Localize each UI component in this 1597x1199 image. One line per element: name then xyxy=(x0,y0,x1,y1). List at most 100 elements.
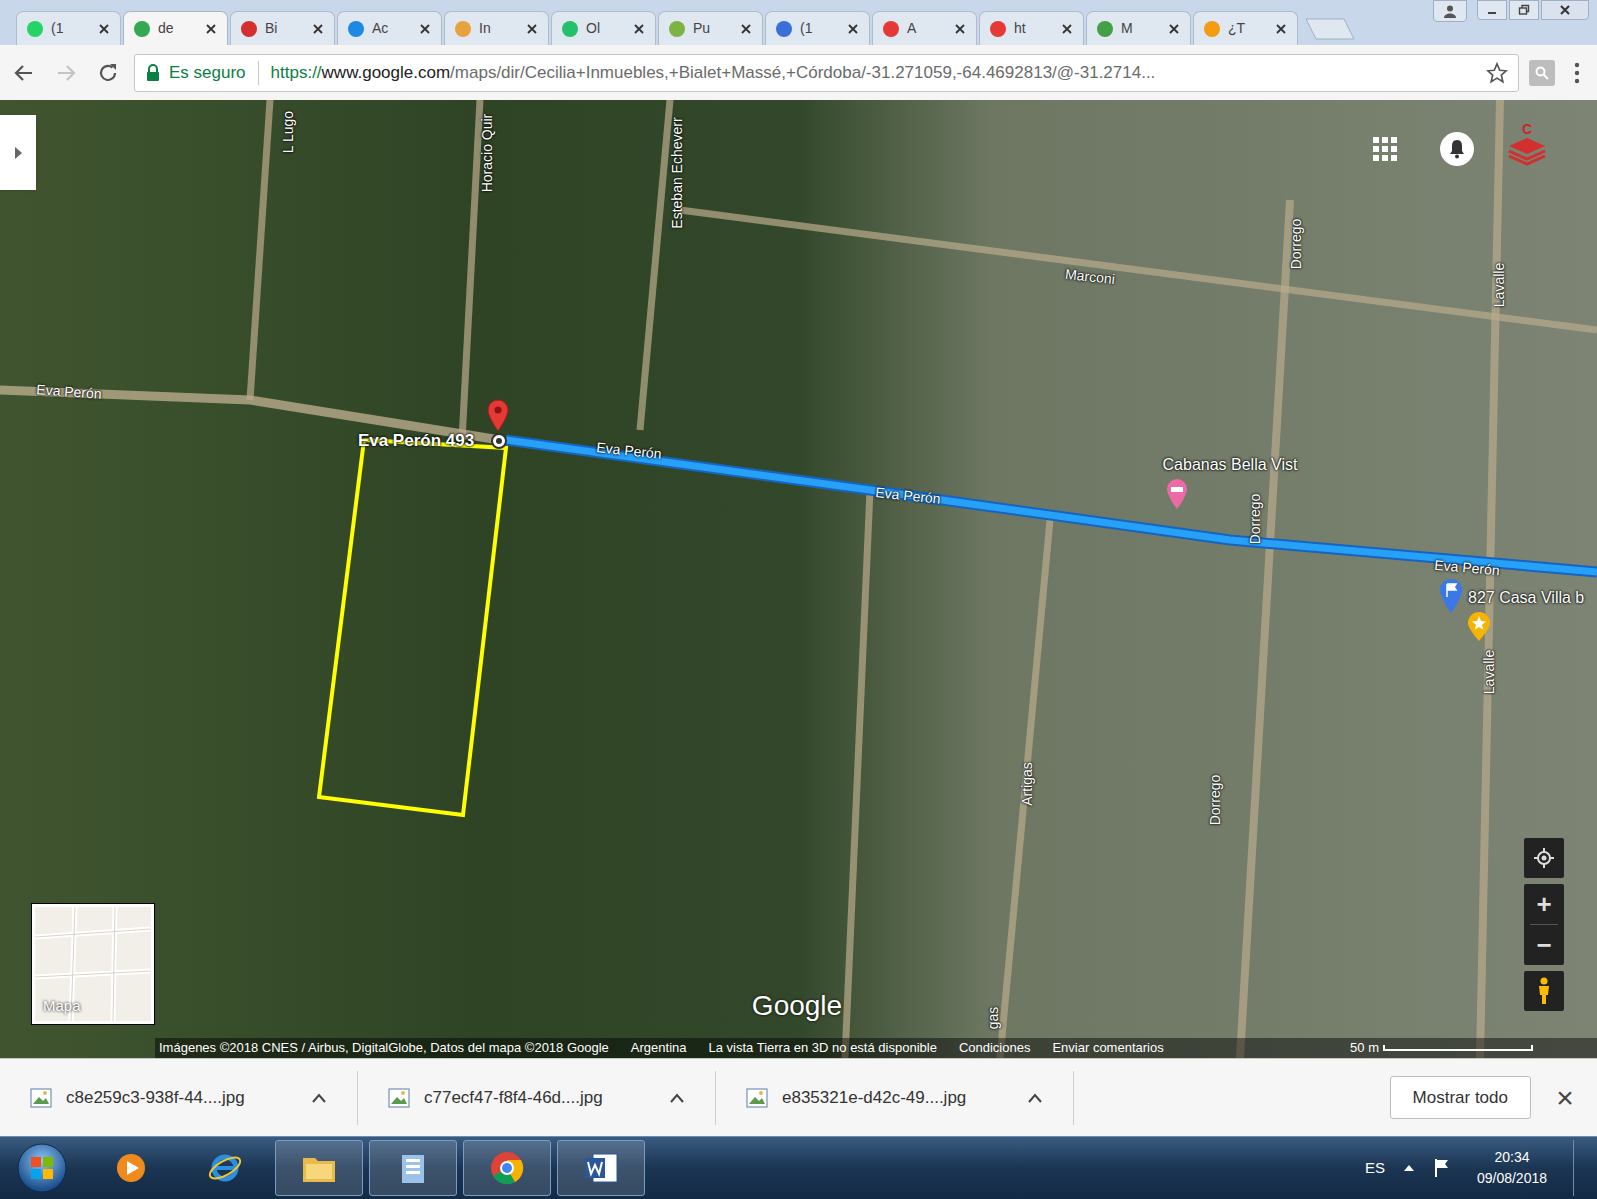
internet-explorer-icon[interactable] xyxy=(181,1140,269,1196)
language-indicator[interactable]: ES xyxy=(1365,1157,1385,1180)
restore-icon[interactable] xyxy=(1509,0,1539,20)
security-label: Es seguro xyxy=(169,60,246,86)
attribution-item: Argentina xyxy=(631,1038,687,1058)
download-item[interactable]: c77ecf47-f8f4-46d....jpg xyxy=(358,1071,716,1125)
map-label: Horacio Quir xyxy=(477,114,498,193)
tab-label: M xyxy=(1121,18,1160,39)
browser-tab[interactable]: M xyxy=(1086,11,1191,45)
forward-icon[interactable] xyxy=(50,57,82,89)
close-icon[interactable] xyxy=(740,23,752,35)
url-path: /maps/dir/Cecilia+Inmuebles,+Bialet+Mass… xyxy=(450,63,1155,82)
thumbnail-label: Mapa xyxy=(43,995,81,1018)
saved-place-icon[interactable] xyxy=(1466,612,1492,642)
address-bar[interactable]: Es seguro https://www.google.com/maps/dir… xyxy=(134,54,1519,92)
my-location-icon[interactable] xyxy=(1524,838,1564,878)
google-logo: Google xyxy=(752,985,842,1027)
satellite-map[interactable]: L LugoHoracio QuirEsteban EcheverrDorreg… xyxy=(0,100,1597,1058)
browser-tab[interactable]: ht xyxy=(979,11,1084,45)
show-all-button[interactable]: Mostrar todo xyxy=(1390,1076,1531,1120)
action-center-flag-icon[interactable] xyxy=(1433,1158,1451,1178)
attribution-bar: Imágenes ©2018 CNES / Airbus, DigitalGlo… xyxy=(155,1038,1597,1058)
map-label: Dorrego xyxy=(1245,494,1266,545)
start-button-icon[interactable] xyxy=(0,1138,84,1198)
map-label: Eva Perón xyxy=(874,482,941,510)
browser-tab[interactable]: Bi xyxy=(230,11,335,45)
close-icon[interactable] xyxy=(205,23,217,35)
close-icon[interactable] xyxy=(312,23,324,35)
reload-icon[interactable] xyxy=(92,57,124,89)
start-pin-icon[interactable] xyxy=(1438,578,1464,614)
media-player-icon[interactable] xyxy=(87,1140,175,1196)
favicon-icon xyxy=(669,21,685,37)
tab-strip: (1deBiAcInOlPu(1AhtM¿T xyxy=(0,0,1597,45)
minimize-icon[interactable] xyxy=(1477,0,1507,20)
attribution-item[interactable]: Condiciones xyxy=(959,1038,1031,1058)
scale-label: 50 m xyxy=(1350,1038,1379,1058)
browser-tab[interactable]: Ac xyxy=(337,11,442,45)
browser-tab[interactable]: Ol xyxy=(551,11,656,45)
browser-tab[interactable]: In xyxy=(444,11,549,45)
extension-logo[interactable]: C xyxy=(1505,122,1549,166)
panel-toggle-icon[interactable] xyxy=(0,115,36,190)
caret-up-icon[interactable] xyxy=(669,1092,685,1104)
close-icon[interactable] xyxy=(1061,23,1073,35)
tab-label: de xyxy=(158,18,197,39)
map-label: Artigas xyxy=(1017,762,1038,806)
apps-grid-icon[interactable] xyxy=(1372,136,1398,162)
route-point-icon[interactable] xyxy=(490,432,508,450)
word-icon[interactable] xyxy=(557,1140,645,1196)
close-icon[interactable] xyxy=(1275,23,1287,35)
notifications-icon[interactable] xyxy=(1440,132,1474,166)
close-icon[interactable] xyxy=(1168,23,1180,35)
file-explorer-icon[interactable] xyxy=(275,1140,363,1196)
favicon-icon xyxy=(776,21,792,37)
download-name: e835321e-d42c-49....jpg xyxy=(782,1085,1013,1111)
extension-icon[interactable] xyxy=(1529,60,1555,86)
close-icon[interactable] xyxy=(526,23,538,35)
window-close-icon[interactable] xyxy=(1541,0,1589,20)
star-icon[interactable] xyxy=(1486,62,1508,84)
menu-icon[interactable] xyxy=(1565,58,1589,88)
close-icon[interactable] xyxy=(954,23,966,35)
browser-tab[interactable]: A xyxy=(872,11,977,45)
destination-pin-icon[interactable] xyxy=(486,398,510,432)
close-icon[interactable] xyxy=(847,23,859,35)
stack-icon xyxy=(1507,136,1547,166)
zoom-in-button[interactable]: + xyxy=(1524,884,1564,924)
browser-tab[interactable]: (1 xyxy=(765,11,870,45)
map-label: Eva Perón 493 xyxy=(358,428,474,454)
show-hidden-icon[interactable] xyxy=(1403,1163,1415,1173)
close-downloads-button[interactable]: × xyxy=(1545,1083,1585,1113)
chrome-icon[interactable] xyxy=(463,1140,551,1196)
url-text[interactable]: https://www.google.com/maps/dir/Cecilia+… xyxy=(271,60,1478,86)
pegman-icon[interactable] xyxy=(1524,971,1564,1011)
favicon-icon xyxy=(1204,21,1220,37)
browser-tab[interactable]: Pu xyxy=(658,11,763,45)
browser-tab[interactable]: ¿T xyxy=(1193,11,1298,45)
favicon-icon xyxy=(455,21,471,37)
separator xyxy=(1530,924,1558,925)
caret-up-icon[interactable] xyxy=(311,1092,327,1104)
browser-tab[interactable]: (1 xyxy=(16,11,121,45)
back-icon[interactable] xyxy=(8,57,40,89)
user-icon[interactable] xyxy=(1433,0,1467,22)
favicon-icon xyxy=(1097,21,1113,37)
separator xyxy=(258,61,259,85)
close-icon[interactable] xyxy=(633,23,645,35)
download-item[interactable]: e835321e-d42c-49....jpg xyxy=(716,1071,1074,1125)
browser-tab[interactable]: de xyxy=(123,11,228,45)
zoom-out-button[interactable]: − xyxy=(1524,925,1564,965)
caret-up-icon[interactable] xyxy=(1027,1092,1043,1104)
map-type-thumbnail[interactable]: Mapa xyxy=(32,904,154,1024)
close-icon[interactable] xyxy=(419,23,431,35)
attribution-item[interactable]: Enviar comentarios xyxy=(1052,1038,1163,1058)
show-desktop-button[interactable] xyxy=(1573,1140,1587,1196)
new-tab-icon[interactable] xyxy=(1304,17,1356,41)
lodging-pin-icon[interactable] xyxy=(1165,478,1189,510)
clock[interactable]: 20:3409/08/2018 xyxy=(1469,1147,1555,1189)
map-label: gas xyxy=(983,1007,1004,1030)
download-item[interactable]: c8e259c3-938f-44....jpg xyxy=(0,1071,358,1125)
app-icon[interactable] xyxy=(369,1140,457,1196)
download-bar: c8e259c3-938f-44....jpgc77ecf47-f8f4-46d… xyxy=(0,1058,1597,1136)
close-icon[interactable] xyxy=(98,23,110,35)
